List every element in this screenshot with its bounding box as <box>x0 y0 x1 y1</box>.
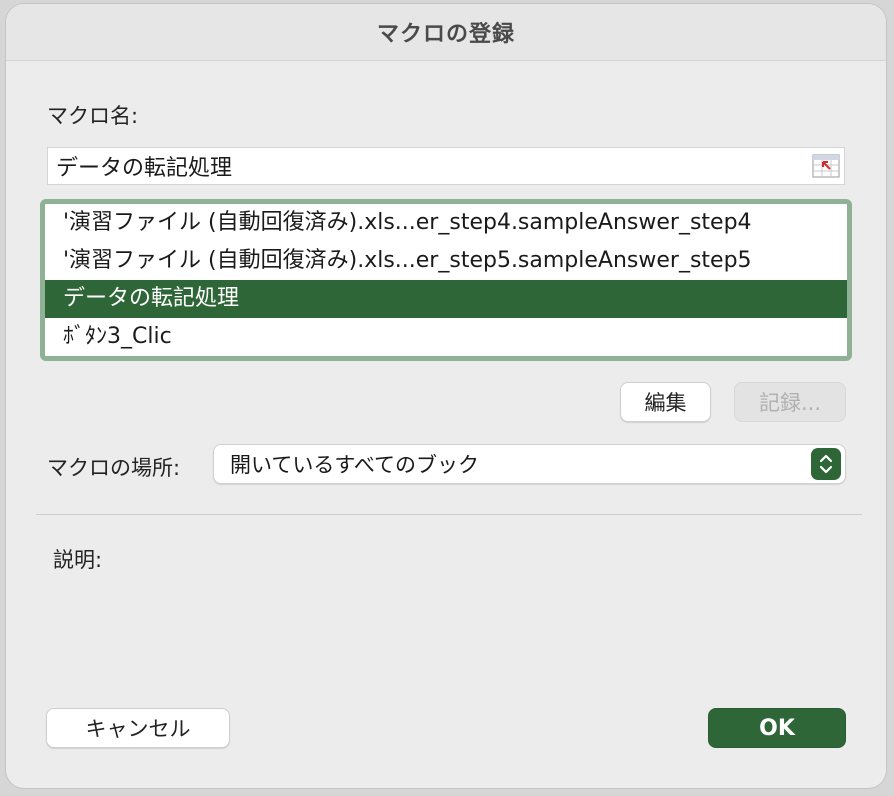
description-label: 説明: <box>53 548 103 572</box>
macro-location-value: 開いているすべてのブック <box>230 453 480 477</box>
macro-list-item[interactable]: '演習ファイル (自動回復済み).xls...er_step4.sampleAn… <box>45 204 847 242</box>
macro-list-item[interactable]: '演習ファイル (自動回復済み).xls...er_step5.sampleAn… <box>45 242 847 280</box>
macro-location-label: マクロの場所: <box>47 456 181 480</box>
macro-name-label: マクロ名: <box>47 104 139 128</box>
macro-location-select[interactable]: 開いているすべてのブック <box>213 444 846 484</box>
macro-name-field[interactable]: データの転記処理 <box>47 147 845 185</box>
macro-name-value[interactable]: データの転記処理 <box>48 150 812 182</box>
title-bar[interactable]: マクロの登録 <box>6 4 886 61</box>
dialog-title: マクロの登録 <box>376 22 515 47</box>
macro-list-item[interactable]: ﾎﾞﾀﾝ3_Clic <box>45 318 847 356</box>
macro-list-item-selected[interactable]: データの転記処理 <box>45 280 847 318</box>
chevron-up-down-icon[interactable] <box>811 448 841 480</box>
cancel-button[interactable]: キャンセル <box>46 708 230 748</box>
assign-macro-dialog: マクロの登録 マクロ名: データの転記処理 '演習ファイル (自動回復済み).x… <box>6 4 886 788</box>
edit-button[interactable]: 編集 <box>620 382 711 422</box>
ok-button[interactable]: OK <box>708 708 846 748</box>
macro-list[interactable]: '演習ファイル (自動回復済み).xls...er_step4.sampleAn… <box>40 199 852 361</box>
range-select-icon[interactable] <box>812 154 840 178</box>
section-divider <box>36 514 862 515</box>
record-button[interactable]: 記録... <box>734 382 846 422</box>
